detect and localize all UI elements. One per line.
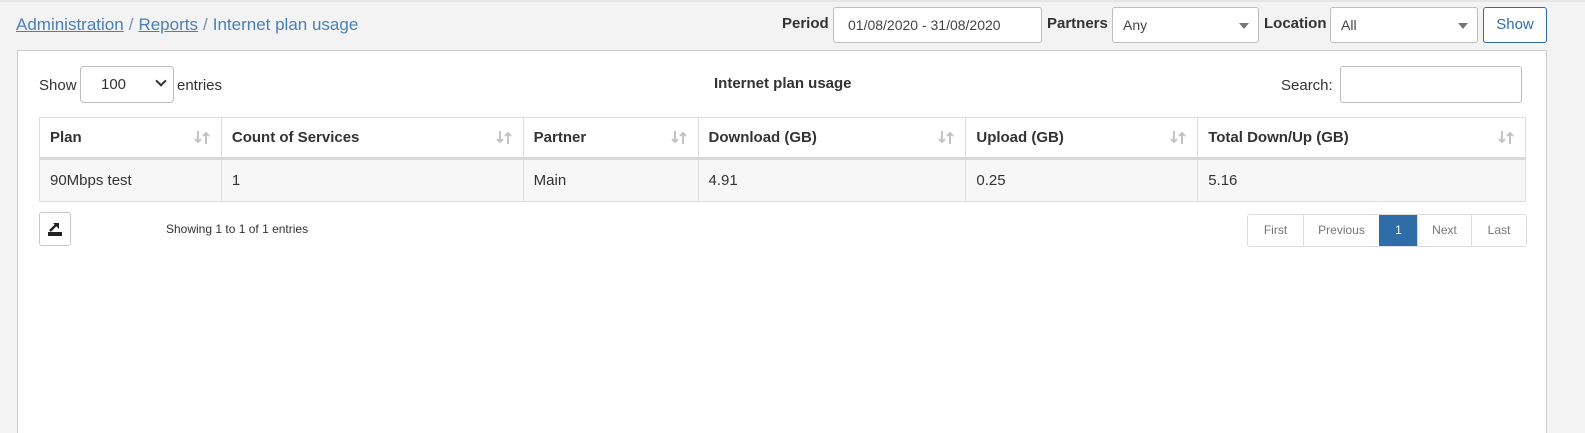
caret-down-icon bbox=[1458, 23, 1468, 29]
period-label: Period bbox=[782, 15, 829, 32]
table-header-row: Plan Count of Services Partner Download … bbox=[39, 117, 1526, 160]
entries-per-page-select[interactable]: 100 bbox=[80, 66, 174, 103]
partners-label: Partners bbox=[1047, 15, 1108, 32]
pagination-page-1[interactable]: 1 bbox=[1379, 215, 1417, 246]
sort-icon bbox=[495, 131, 512, 144]
breadcrumb: Administration / Reports / Internet plan usa… bbox=[16, 15, 358, 35]
partners-value: Any bbox=[1123, 17, 1148, 33]
length-prefix: Show bbox=[39, 77, 77, 94]
sort-icon bbox=[194, 131, 210, 144]
column-header-upload[interactable]: Upload (GB) bbox=[965, 117, 1199, 160]
top-divider bbox=[0, 0, 1585, 2]
search-label: Search: bbox=[1281, 77, 1333, 94]
entries-per-page-value: 100 bbox=[101, 76, 127, 93]
pagination-next[interactable]: Next bbox=[1417, 215, 1471, 246]
sort-icon bbox=[938, 131, 955, 144]
location-value: All bbox=[1341, 17, 1357, 33]
column-label: Upload (GB) bbox=[976, 129, 1064, 146]
column-label: Plan bbox=[50, 129, 82, 146]
column-label: Download (GB) bbox=[708, 129, 817, 146]
column-header-count-of-services[interactable]: Count of Services bbox=[220, 117, 524, 160]
location-label: Location bbox=[1264, 15, 1327, 32]
breadcrumb-administration[interactable]: Administration bbox=[16, 15, 124, 34]
pagination-previous[interactable]: Previous bbox=[1303, 215, 1379, 246]
cell-total: 5.16 bbox=[1197, 158, 1526, 202]
cell-download: 4.91 bbox=[697, 158, 967, 202]
period-value: 01/08/2020 - 31/08/2020 bbox=[848, 17, 1001, 33]
pagination: First Previous 1 Next Last bbox=[1247, 214, 1527, 247]
pagination-first[interactable]: First bbox=[1248, 215, 1303, 246]
period-input[interactable]: 01/08/2020 - 31/08/2020 bbox=[833, 7, 1042, 43]
caret-down-icon bbox=[1239, 23, 1249, 29]
breadcrumb-separator: / bbox=[128, 15, 134, 34]
cell-partner: Main bbox=[522, 158, 699, 202]
column-header-download[interactable]: Download (GB) bbox=[697, 117, 967, 160]
sort-icon bbox=[1170, 131, 1186, 144]
column-header-total[interactable]: Total Down/Up (GB) bbox=[1197, 117, 1526, 160]
report-panel: Show 100 entries Internet plan usage Sea… bbox=[17, 50, 1547, 433]
export-icon bbox=[48, 223, 62, 236]
breadcrumb-current: Internet plan usage bbox=[212, 15, 359, 34]
cell-upload: 0.25 bbox=[965, 158, 1199, 202]
location-select[interactable]: All bbox=[1330, 7, 1478, 43]
breadcrumb-reports[interactable]: Reports bbox=[138, 15, 198, 34]
column-header-partner[interactable]: Partner bbox=[522, 117, 699, 160]
table-title: Internet plan usage bbox=[714, 75, 852, 92]
sort-icon bbox=[670, 131, 687, 144]
search-input[interactable] bbox=[1340, 66, 1522, 103]
sort-icon bbox=[1498, 131, 1514, 144]
export-button[interactable] bbox=[39, 212, 71, 246]
chevron-down-icon bbox=[155, 75, 167, 87]
table-info: Showing 1 to 1 of 1 entries bbox=[166, 222, 309, 236]
show-button[interactable]: Show bbox=[1483, 7, 1547, 43]
column-label: Partner bbox=[533, 129, 587, 146]
table-row: 90Mbps test 1 Main 4.91 0.25 5.16 bbox=[39, 158, 1526, 202]
cell-plan: 90Mbps test bbox=[39, 158, 222, 202]
cell-count: 1 bbox=[220, 158, 524, 202]
column-label: Total Down/Up (GB) bbox=[1208, 129, 1349, 146]
usage-table: Plan Count of Services Partner Download … bbox=[39, 117, 1526, 202]
partners-select[interactable]: Any bbox=[1112, 7, 1259, 43]
length-suffix: entries bbox=[177, 77, 223, 94]
column-header-plan[interactable]: Plan bbox=[39, 117, 222, 160]
column-label: Count of Services bbox=[231, 129, 360, 146]
pagination-last[interactable]: Last bbox=[1471, 215, 1526, 246]
breadcrumb-separator: / bbox=[202, 15, 208, 34]
